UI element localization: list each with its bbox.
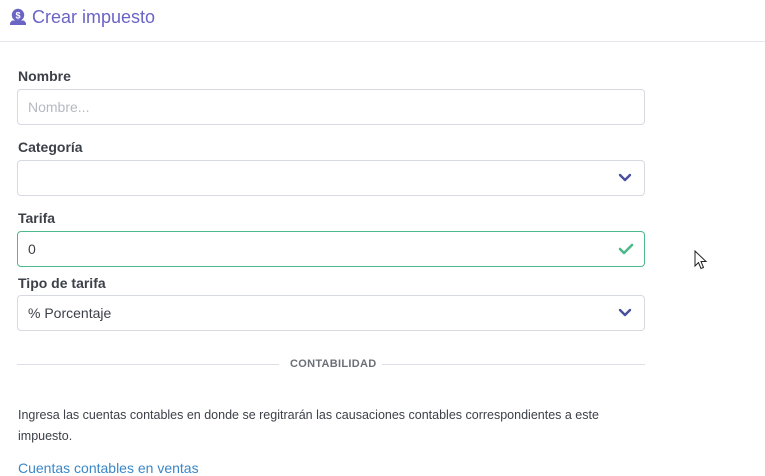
- tarifa-field[interactable]: 0: [17, 231, 645, 267]
- nombre-field[interactable]: [17, 89, 645, 125]
- page-header: $ Crear impuesto: [0, 0, 765, 42]
- mouse-cursor-icon: [694, 250, 708, 270]
- section-divider-left: [17, 364, 279, 365]
- tipo-tarifa-label: Tipo de tarifa: [18, 275, 106, 291]
- money-bag-icon: $: [10, 8, 26, 25]
- page-title: Crear impuesto: [32, 7, 156, 27]
- accounting-description: Ingresa las cuentas contables en donde s…: [18, 408, 599, 443]
- chevron-down-icon[interactable]: [618, 307, 632, 319]
- categoria-select[interactable]: [17, 160, 645, 196]
- nombre-input[interactable]: [28, 90, 608, 124]
- checkmark-icon: [618, 243, 634, 255]
- tarifa-label: Tarifa: [18, 210, 56, 226]
- tipo-tarifa-select[interactable]: % Porcentaje: [17, 295, 645, 331]
- tipo-tarifa-value: % Porcentaje: [28, 305, 112, 321]
- svg-text:$: $: [15, 11, 20, 21]
- categoria-label: Categoría: [18, 139, 83, 155]
- sales-accounts-link[interactable]: Cuentas contables en ventas: [18, 460, 199, 476]
- nombre-label: Nombre: [18, 68, 71, 84]
- section-divider-right: [382, 364, 645, 365]
- tarifa-value[interactable]: 0: [28, 241, 36, 257]
- section-title: CONTABILIDAD: [290, 358, 377, 370]
- chevron-down-icon[interactable]: [618, 172, 632, 184]
